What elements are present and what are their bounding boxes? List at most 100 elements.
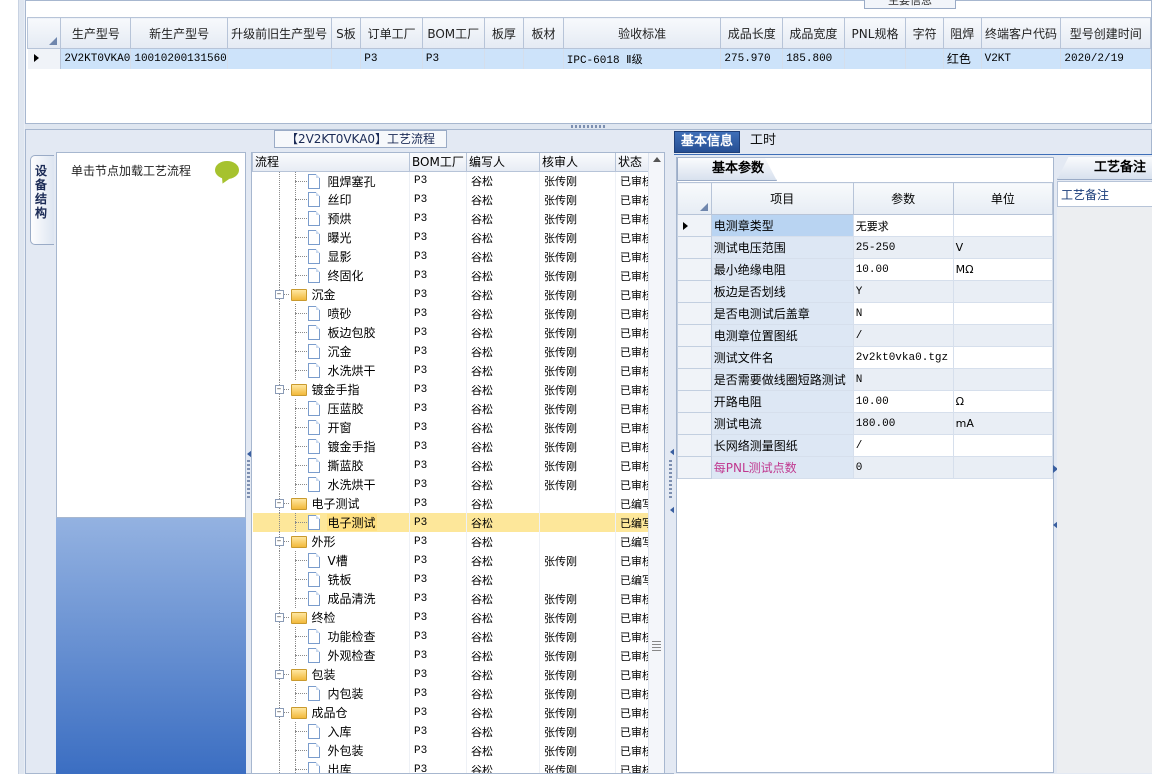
tree-cell-bom[interactable]: P3 xyxy=(409,741,467,760)
column-header[interactable]: 验收标准 xyxy=(562,17,722,49)
table-cell[interactable]: 10010200131560 xyxy=(130,48,228,69)
tree-row[interactable]: – 成品仓 P3 谷松 张传刚 已审核 xyxy=(252,703,654,722)
tree-cell-bom[interactable]: P3 xyxy=(409,323,467,342)
param-row[interactable]: 长网络测量图纸 / xyxy=(677,434,1054,457)
tree-vertical-scrollbar[interactable] xyxy=(648,153,664,773)
tree-node[interactable]: 预烘 xyxy=(252,209,410,228)
tree-cell-writer[interactable]: 谷松 xyxy=(466,665,540,684)
tree-cell-writer[interactable]: 谷松 xyxy=(466,437,540,456)
tree-cell-bom[interactable]: P3 xyxy=(409,570,467,589)
tree-cell-writer[interactable]: 谷松 xyxy=(466,684,540,703)
collapse-icon[interactable]: – xyxy=(274,537,284,546)
tree-cell-reviewer[interactable] xyxy=(539,532,616,551)
tree-cell-reviewer[interactable]: 张传刚 xyxy=(539,589,616,608)
tree-node[interactable]: 显影 xyxy=(252,247,410,266)
table-cell[interactable] xyxy=(523,48,564,69)
tree-cell-bom[interactable]: P3 xyxy=(409,589,467,608)
tree-cell-bom[interactable]: P3 xyxy=(409,722,467,741)
tree-node[interactable]: 撕蓝胶 xyxy=(252,456,410,475)
tree-cell-bom[interactable]: P3 xyxy=(409,456,467,475)
table-cell[interactable]: P3 xyxy=(360,48,423,69)
tree-row[interactable]: 功能检查 P3 谷松 张传刚 已审核 xyxy=(252,627,654,646)
tree-cell-reviewer[interactable]: 张传刚 xyxy=(539,323,616,342)
tree-row[interactable]: 板边包胶 P3 谷松 张传刚 已审核 xyxy=(252,323,654,342)
column-header[interactable]: 订单工厂 xyxy=(360,17,423,49)
table-cell[interactable]: 红色 xyxy=(943,48,982,69)
tab-equipment-structure[interactable]: 设备结构 xyxy=(30,155,54,245)
column-header[interactable]: S板 xyxy=(330,17,362,49)
tree-cell-bom[interactable]: P3 xyxy=(409,684,467,703)
tree-row[interactable]: 水洗烘干 P3 谷松 张传刚 已审核 xyxy=(252,475,654,494)
tree-cell-writer[interactable]: 谷松 xyxy=(466,760,540,773)
tree-node[interactable]: – 成品仓 xyxy=(252,703,410,722)
tree-cell-reviewer[interactable]: 张传刚 xyxy=(539,646,616,665)
param-row[interactable]: 开路电阻 10.00 Ω xyxy=(677,390,1054,413)
table-row[interactable]: 2V2KT0VKA0 10010200131560 P3 P3 IPC-6018 Ⅱ级 2… xyxy=(27,48,1151,69)
tree-row[interactable]: 沉金 P3 谷松 张传刚 已审核 xyxy=(252,342,654,361)
tree-node[interactable]: 铣板 xyxy=(252,570,410,589)
tree-cell-writer[interactable]: 谷松 xyxy=(466,190,540,209)
tree-cell-writer[interactable]: 谷松 xyxy=(466,494,540,513)
tree-node[interactable]: 压蓝胶 xyxy=(252,399,410,418)
tree-row[interactable]: – 电子测试 P3 谷松 已编写 xyxy=(252,494,654,513)
tree-cell-reviewer[interactable]: 张传刚 xyxy=(539,456,616,475)
tree-row[interactable]: 内包装 P3 谷松 张传刚 已审核 xyxy=(252,684,654,703)
tree-cell-bom[interactable]: P3 xyxy=(409,608,467,627)
tree-cell-bom[interactable]: P3 xyxy=(409,551,467,570)
column-header[interactable]: 成品宽度 xyxy=(782,17,845,49)
tree-row[interactable]: 入库 P3 谷松 张传刚 已审核 xyxy=(252,722,654,741)
collapse-icon[interactable]: – xyxy=(274,670,284,679)
tree-cell-reviewer[interactable]: 张传刚 xyxy=(539,285,616,304)
tree-cell-reviewer[interactable]: 张传刚 xyxy=(539,627,616,646)
tree-cell-writer[interactable]: 谷松 xyxy=(466,418,540,437)
tree-row[interactable]: 曝光 P3 谷松 张传刚 已审核 xyxy=(252,228,654,247)
tree-node[interactable]: 阻焊塞孔 xyxy=(252,171,410,190)
tree-row[interactable]: – 包装 P3 谷松 张传刚 已审核 xyxy=(252,665,654,684)
tree-node[interactable]: 沉金 xyxy=(252,342,410,361)
tree-row[interactable]: 出库 P3 谷松 张传刚 已审核 xyxy=(252,760,654,773)
tab-basic-info[interactable]: 基本信息 xyxy=(674,131,741,153)
tree-node[interactable]: 板边包胶 xyxy=(252,323,410,342)
column-header[interactable]: 板材 xyxy=(523,17,564,49)
tree-row[interactable]: – 终检 P3 谷松 张传刚 已审核 xyxy=(252,608,654,627)
collapse-icon[interactable]: – xyxy=(274,290,284,299)
param-row[interactable]: 电测章位置图纸 / xyxy=(677,324,1054,347)
tree-cell-bom[interactable]: P3 xyxy=(409,399,467,418)
tree-node[interactable]: 终固化 xyxy=(252,266,410,285)
tree-cell-bom[interactable]: P3 xyxy=(409,627,467,646)
tree-node[interactable]: 水洗烘干 xyxy=(252,475,410,494)
tree-cell-reviewer[interactable]: 张传刚 xyxy=(539,684,616,703)
table-cell[interactable]: P3 xyxy=(422,48,485,69)
tree-node[interactable]: 喷砂 xyxy=(252,304,410,323)
tree-node[interactable]: 功能检查 xyxy=(252,627,410,646)
tree-cell-reviewer[interactable]: 张传刚 xyxy=(539,703,616,722)
tab-basic-params[interactable]: 基本参数 xyxy=(677,158,777,181)
tree-row[interactable]: 开窗 P3 谷松 张传刚 已审核 xyxy=(252,418,654,437)
column-header[interactable]: PNL规格 xyxy=(843,17,907,49)
scroll-up-icon[interactable] xyxy=(653,157,661,162)
collapse-icon[interactable]: – xyxy=(274,613,284,622)
param-row[interactable]: 最小绝缘电阻 10.00 MΩ xyxy=(677,258,1054,281)
tree-cell-writer[interactable]: 谷松 xyxy=(466,646,540,665)
tree-node[interactable]: 外观检查 xyxy=(252,646,410,665)
tree-node[interactable]: 成品清洗 xyxy=(252,589,410,608)
tree-cell-bom[interactable]: P3 xyxy=(409,209,467,228)
param-row[interactable]: 测试文件名 2v2kt0vka0.tgz xyxy=(677,346,1054,369)
grid-corner[interactable] xyxy=(26,17,62,49)
tree-cell-writer[interactable]: 谷松 xyxy=(466,532,540,551)
tree-node[interactable]: 入库 xyxy=(252,722,410,741)
tree-cell-reviewer[interactable]: 张传刚 xyxy=(539,760,616,773)
middle-splitter-grip[interactable] xyxy=(669,460,672,500)
left-splitter-grip[interactable] xyxy=(247,460,250,500)
param-value[interactable]: 2v2kt0vka0.tgz xyxy=(852,346,954,369)
tree-cell-bom[interactable]: P3 xyxy=(409,437,467,456)
tree-row[interactable]: – 沉金 P3 谷松 张传刚 已审核 xyxy=(252,285,654,304)
tree-cell-writer[interactable]: 谷松 xyxy=(466,399,540,418)
param-value[interactable]: 25-250 xyxy=(852,236,954,259)
param-value[interactable]: 180.00 xyxy=(852,412,954,435)
tree-cell-writer[interactable]: 谷松 xyxy=(466,741,540,760)
tree-cell-bom[interactable]: P3 xyxy=(409,285,467,304)
tree-cell-bom[interactable]: P3 xyxy=(409,190,467,209)
tree-cell-reviewer[interactable]: 张传刚 xyxy=(539,209,616,228)
collapse-icon[interactable]: – xyxy=(274,385,284,394)
